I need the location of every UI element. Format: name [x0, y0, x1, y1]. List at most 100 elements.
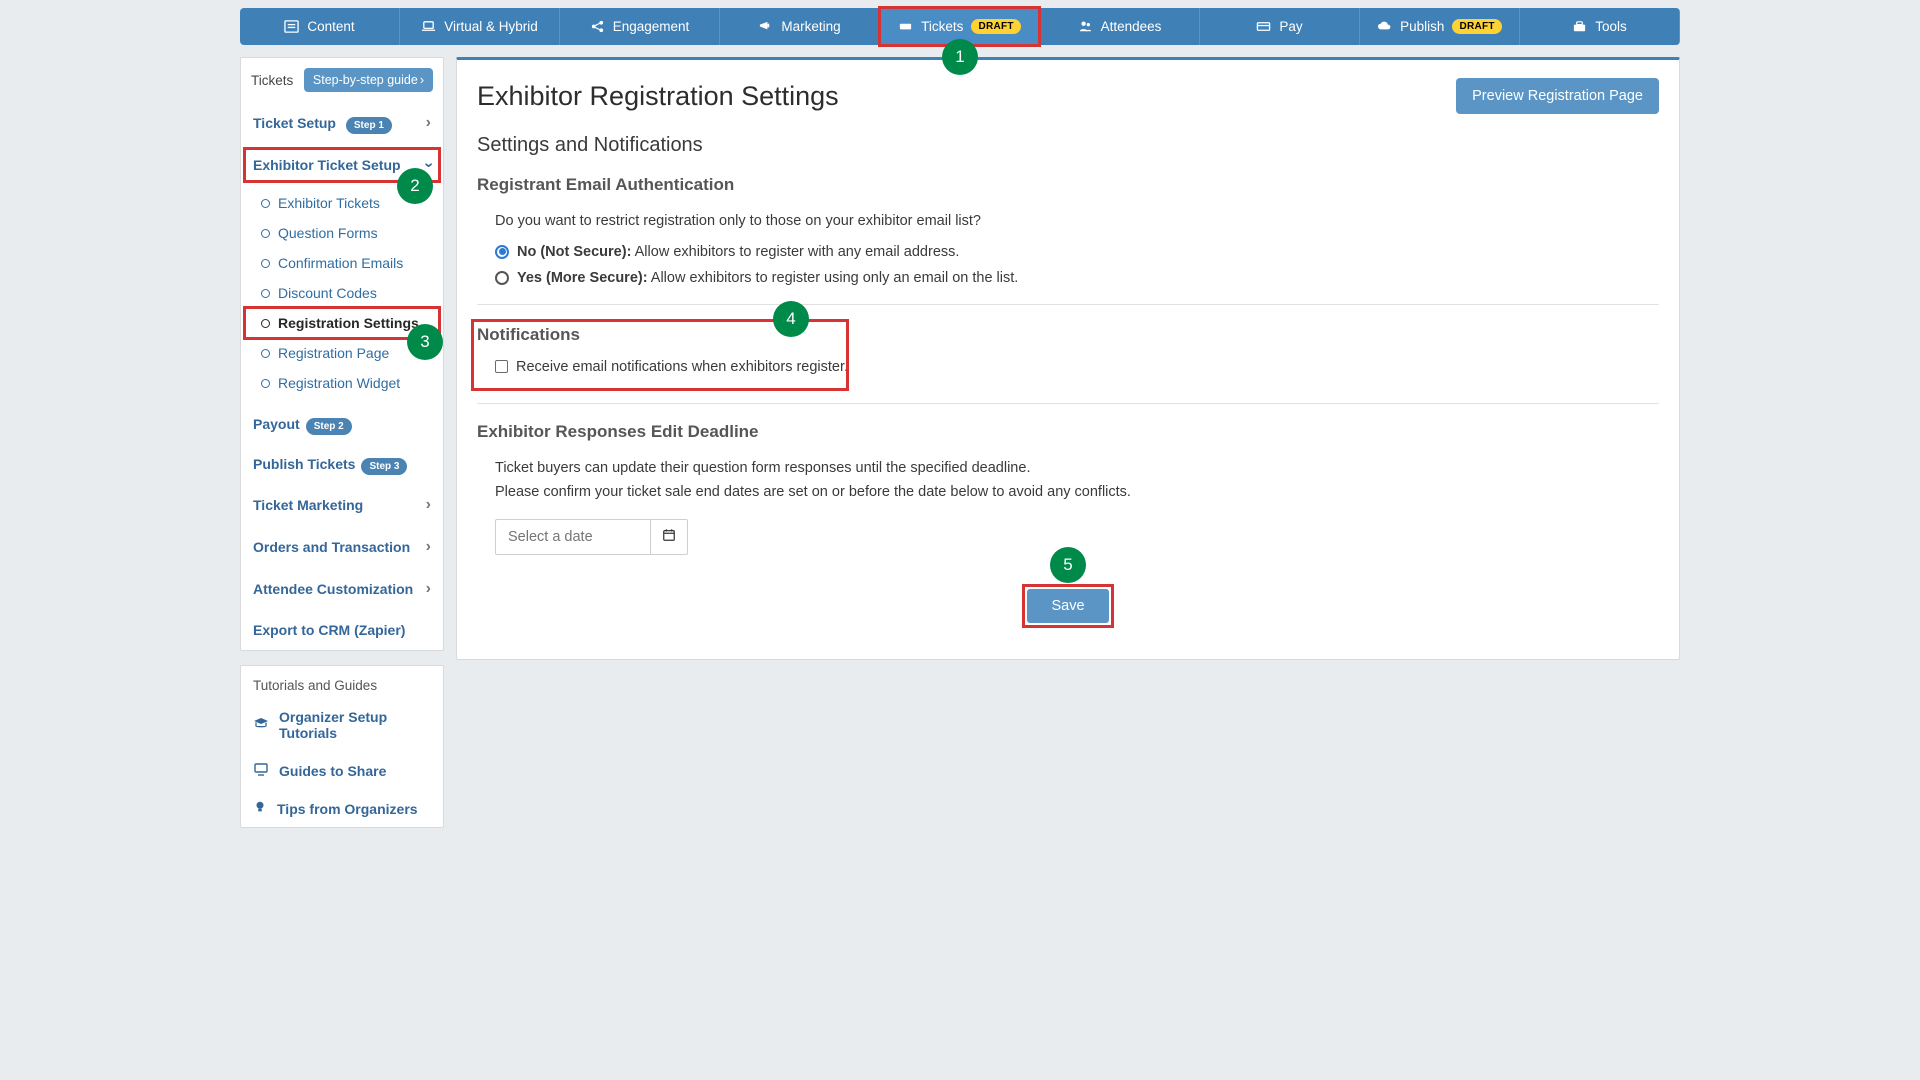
- chevron-right-icon: ›: [420, 73, 424, 87]
- laptop-icon: [421, 19, 436, 34]
- section-label: Ticket Setup: [253, 115, 336, 131]
- tutorial-label: Organizer Setup Tutorials: [279, 709, 431, 741]
- sub-label: Question Forms: [278, 225, 378, 241]
- screen-share-icon: [253, 761, 269, 780]
- tutorials-title: Tutorials and Guides: [241, 666, 443, 699]
- main-layout: Tickets Step-by-step guide › Ticket Setu…: [240, 57, 1680, 842]
- radio-bold: Yes (More Secure):: [517, 270, 648, 286]
- chevron-right-icon: ›: [426, 580, 431, 598]
- sub-question-forms[interactable]: Question Forms: [241, 218, 443, 248]
- nav-tickets[interactable]: Tickets DRAFT: [880, 8, 1040, 45]
- section-ticket-marketing[interactable]: Ticket Marketing ›: [241, 484, 443, 526]
- nav-tools[interactable]: Tools: [1520, 8, 1680, 45]
- auth-question: Do you want to restrict registration onl…: [477, 209, 1659, 234]
- date-picker-button[interactable]: [650, 519, 688, 555]
- radio-bold: No (Not Secure):: [517, 244, 631, 260]
- section-ticket-setup[interactable]: Ticket Setup Step 1 ›: [241, 102, 443, 144]
- divider: [477, 403, 1659, 404]
- date-row: [477, 519, 1659, 555]
- content-inner: Exhibitor Registration Settings Preview …: [457, 60, 1679, 659]
- graduation-icon: [253, 716, 269, 735]
- radio-no[interactable]: No (Not Secure): Allow exhibitors to reg…: [477, 244, 1659, 260]
- bullet-icon: [261, 199, 270, 208]
- link-guides-share[interactable]: Guides to Share: [241, 751, 443, 790]
- sub-label: Registration Page: [278, 345, 389, 361]
- preview-registration-button[interactable]: Preview Registration Page: [1456, 78, 1659, 114]
- section-label: Attendee Customization: [253, 581, 413, 597]
- calendar-icon: [662, 528, 676, 545]
- bullet-icon: [261, 379, 270, 388]
- bullet-icon: [261, 259, 270, 268]
- section-label: Exhibitor Ticket Setup: [253, 157, 401, 173]
- settings-heading: Settings and Notifications: [477, 134, 1659, 157]
- sidebar-header: Tickets Step-by-step guide ›: [241, 58, 443, 102]
- nav-virtual[interactable]: Virtual & Hybrid: [400, 8, 560, 45]
- sub-label: Confirmation Emails: [278, 255, 403, 271]
- nav-publish[interactable]: Publish DRAFT: [1360, 8, 1520, 45]
- sub-label: Discount Codes: [278, 285, 377, 301]
- sub-registration-widget[interactable]: Registration Widget: [241, 368, 443, 398]
- notif-checkbox-row[interactable]: Receive email notifications when exhibit…: [477, 359, 1659, 375]
- section-label: Ticket Marketing: [253, 497, 363, 513]
- nav-label: Attendees: [1101, 19, 1162, 34]
- chevron-right-icon: ›: [426, 538, 431, 556]
- divider: [477, 304, 1659, 305]
- sidebar: Tickets Step-by-step guide › Ticket Setu…: [240, 57, 444, 842]
- nav-content[interactable]: Content: [240, 8, 400, 45]
- top-nav: Content Virtual & Hybrid Engagement Mark…: [240, 8, 1680, 45]
- sub-confirmation-emails[interactable]: Confirmation Emails: [241, 248, 443, 278]
- guide-label: Step-by-step guide: [313, 73, 418, 87]
- nav-marketing[interactable]: Marketing: [720, 8, 880, 45]
- deadline-heading: Exhibitor Responses Edit Deadline: [477, 422, 1659, 442]
- auth-heading: Registrant Email Authentication: [477, 175, 1659, 195]
- lightbulb-icon: [253, 800, 267, 817]
- link-organizer-tutorials[interactable]: Organizer Setup Tutorials: [241, 699, 443, 751]
- radio-icon: [495, 271, 509, 285]
- save-wrap: Save 5: [477, 589, 1659, 623]
- content-header: Exhibitor Registration Settings Preview …: [477, 78, 1659, 114]
- content-icon: [284, 19, 299, 34]
- radio-yes[interactable]: Yes (More Secure): Allow exhibitors to r…: [477, 270, 1659, 286]
- sub-registration-settings[interactable]: Registration Settings: [241, 308, 443, 338]
- date-input[interactable]: [495, 519, 650, 555]
- section-exhibitor-setup[interactable]: Exhibitor Ticket Setup ›: [241, 144, 443, 186]
- sidebar-title: Tickets: [251, 73, 293, 88]
- save-button[interactable]: Save: [1027, 589, 1108, 623]
- toolbox-icon: [1572, 19, 1587, 34]
- radio-rest: Allow exhibitors to register using only …: [648, 270, 1019, 286]
- sub-discount-codes[interactable]: Discount Codes: [241, 278, 443, 308]
- nav-label: Virtual & Hybrid: [444, 19, 538, 34]
- tutorial-label: Tips from Organizers: [277, 801, 418, 817]
- nav-label: Tools: [1595, 19, 1627, 34]
- deadline-line2: Please confirm your ticket sale end date…: [477, 480, 1659, 505]
- share-icon: [590, 19, 605, 34]
- sub-label: Exhibitor Tickets: [278, 195, 380, 211]
- section-attendee-customization[interactable]: Attendee Customization ›: [241, 568, 443, 610]
- notifications-heading: Notifications: [477, 325, 1659, 345]
- sub-exhibitor-tickets[interactable]: Exhibitor Tickets: [241, 188, 443, 218]
- nav-pay[interactable]: Pay: [1200, 8, 1360, 45]
- guide-button[interactable]: Step-by-step guide ›: [304, 68, 433, 92]
- sub-registration-page[interactable]: Registration Page: [241, 338, 443, 368]
- bullet-icon: [261, 289, 270, 298]
- section-payout[interactable]: PayoutStep 2: [241, 404, 443, 444]
- nav-label: Engagement: [613, 19, 690, 34]
- link-tips-organizers[interactable]: Tips from Organizers: [241, 790, 443, 827]
- step-pill: Step 3: [361, 458, 407, 475]
- draft-badge: DRAFT: [1452, 19, 1501, 34]
- sub-label: Registration Widget: [278, 375, 400, 391]
- bullet-icon: [261, 349, 270, 358]
- exhibitor-sublist: Exhibitor Tickets Question Forms Confirm…: [241, 186, 443, 404]
- nav-attendees[interactable]: Attendees: [1040, 8, 1200, 45]
- section-orders-transaction[interactable]: Orders and Transaction ›: [241, 526, 443, 568]
- section-label: Payout: [253, 416, 300, 432]
- radio-icon: [495, 245, 509, 259]
- section-publish-tickets[interactable]: Publish TicketsStep 3: [241, 444, 443, 484]
- tutorial-label: Guides to Share: [279, 763, 386, 779]
- cloud-icon: [1377, 19, 1392, 34]
- people-icon: [1078, 19, 1093, 34]
- section-export-crm[interactable]: Export to CRM (Zapier): [241, 610, 443, 650]
- page-title: Exhibitor Registration Settings: [477, 81, 839, 112]
- nav-engagement[interactable]: Engagement: [560, 8, 720, 45]
- nav-label: Pay: [1279, 19, 1302, 34]
